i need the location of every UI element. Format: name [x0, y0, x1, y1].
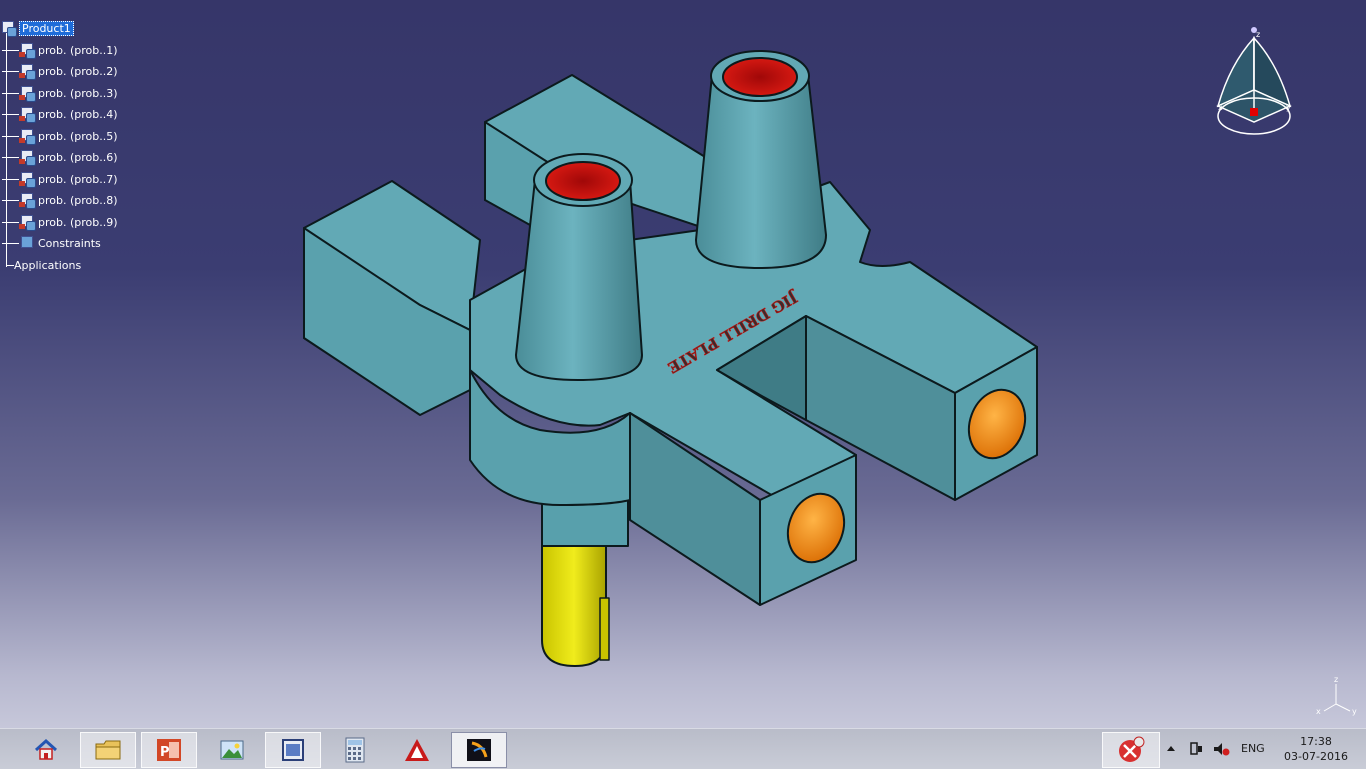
- photo-viewer-icon: [220, 740, 244, 760]
- bushing-back-hole: [722, 57, 798, 97]
- bushing-back: [695, 74, 827, 269]
- bushing-front: [515, 179, 643, 381]
- compass-y-label: y: [1286, 103, 1291, 112]
- powerpoint-icon: P: [157, 739, 181, 761]
- window-icon: [282, 739, 304, 761]
- clock-time: 17:38: [1300, 735, 1332, 748]
- system-clock[interactable]: 17:38 03-07-2016: [1276, 734, 1356, 764]
- taskbar-home-button[interactable]: [18, 732, 74, 768]
- axis-x-label: x: [1316, 707, 1321, 716]
- network-error-icon: [1119, 736, 1145, 762]
- language-indicator[interactable]: ENG: [1241, 742, 1265, 755]
- taskbar-autocad-button[interactable]: [389, 732, 445, 768]
- axis-z-label: z: [1334, 675, 1338, 684]
- clock-date: 03-07-2016: [1284, 750, 1348, 763]
- tray-tool-button[interactable]: [1102, 732, 1160, 768]
- taskbar-photos-button[interactable]: [204, 732, 260, 768]
- show-hidden-icons-icon[interactable]: [1166, 744, 1176, 752]
- taskbar-catia-button[interactable]: [451, 732, 507, 768]
- taskbar-powerpoint-button[interactable]: P: [141, 732, 197, 768]
- 3d-model-viewport[interactable]: JIG DRILL PLATE: [0, 0, 1366, 728]
- volume-muted-icon[interactable]: [1212, 741, 1230, 757]
- axis-y-label: y: [1352, 707, 1357, 716]
- taskbar-explorer-button[interactable]: [80, 732, 136, 768]
- axis-triad-icon: z x y: [1316, 675, 1357, 716]
- bushing-front-hole: [545, 161, 621, 201]
- catia-icon: [467, 739, 491, 761]
- power-icon[interactable]: [1188, 740, 1204, 756]
- folder-icon: [95, 740, 121, 760]
- compass-z-label: z: [1256, 30, 1260, 39]
- calculator-icon: [345, 737, 365, 763]
- compass-x-label: x: [1218, 103, 1223, 112]
- svg-text:P: P: [160, 745, 170, 760]
- taskbar: P: [0, 728, 1366, 769]
- taskbar-calculator-button[interactable]: [327, 732, 383, 768]
- taskbar-window-button[interactable]: [265, 732, 321, 768]
- pin-shank: [541, 499, 629, 547]
- home-icon: [34, 738, 58, 760]
- autocad-icon: [405, 739, 429, 761]
- compass-icon[interactable]: z x y: [1212, 24, 1296, 138]
